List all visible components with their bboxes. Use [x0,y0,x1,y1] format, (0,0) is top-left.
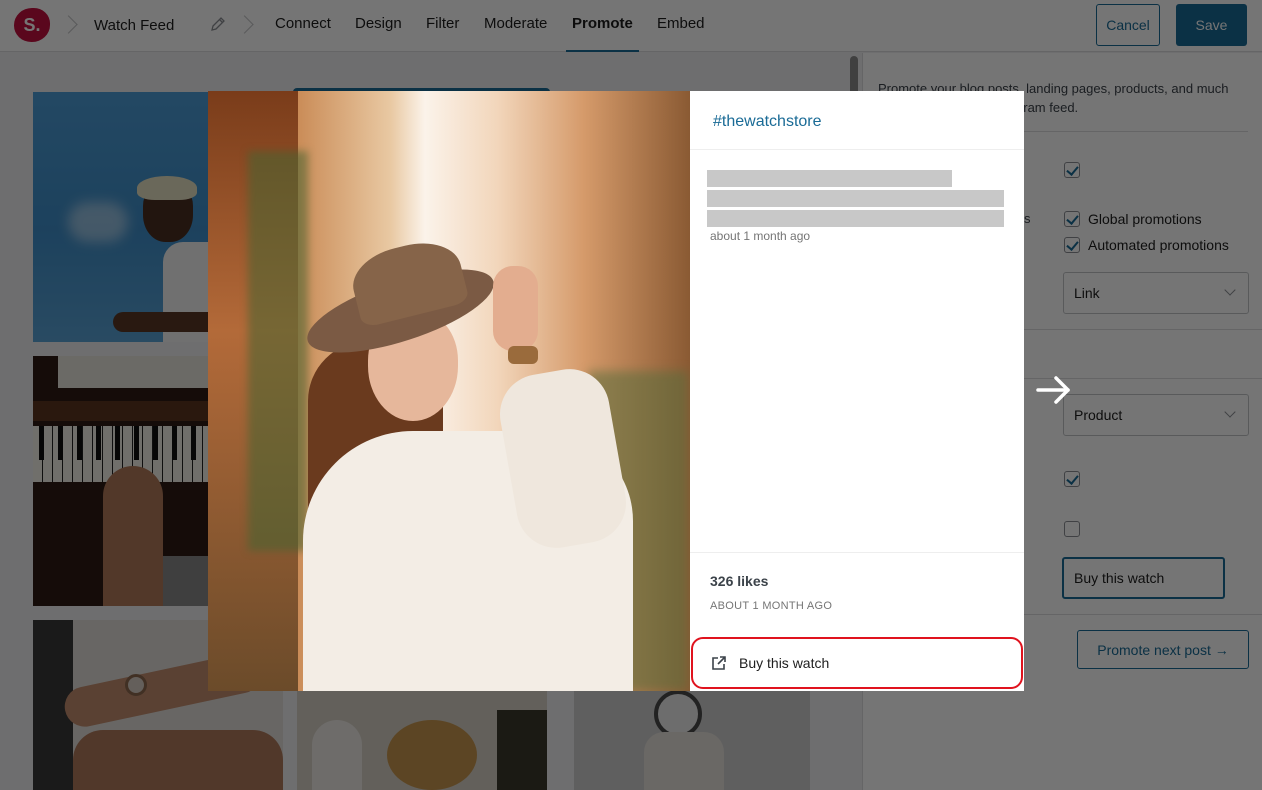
cta-label: Buy this watch [739,655,830,671]
post-details-panel: #thewatchstore about 1 month ago 326 lik… [690,91,1024,691]
arrow-right-icon [1036,374,1072,406]
caption-timestamp: about 1 month ago [710,229,811,243]
post-date: ABOUT 1 MONTH AGO [710,600,833,612]
likes-count: 326 likes [710,573,769,589]
redacted-caption-line [707,170,952,187]
divider [690,149,1024,150]
redacted-caption-line [707,190,1004,207]
post-image [208,91,690,691]
buy-this-watch-button[interactable]: Buy this watch [691,637,1023,689]
external-link-icon [711,655,727,671]
account-handle-link[interactable]: #thewatchstore [713,113,822,131]
divider [690,552,1024,553]
redacted-caption-line [707,210,1004,227]
